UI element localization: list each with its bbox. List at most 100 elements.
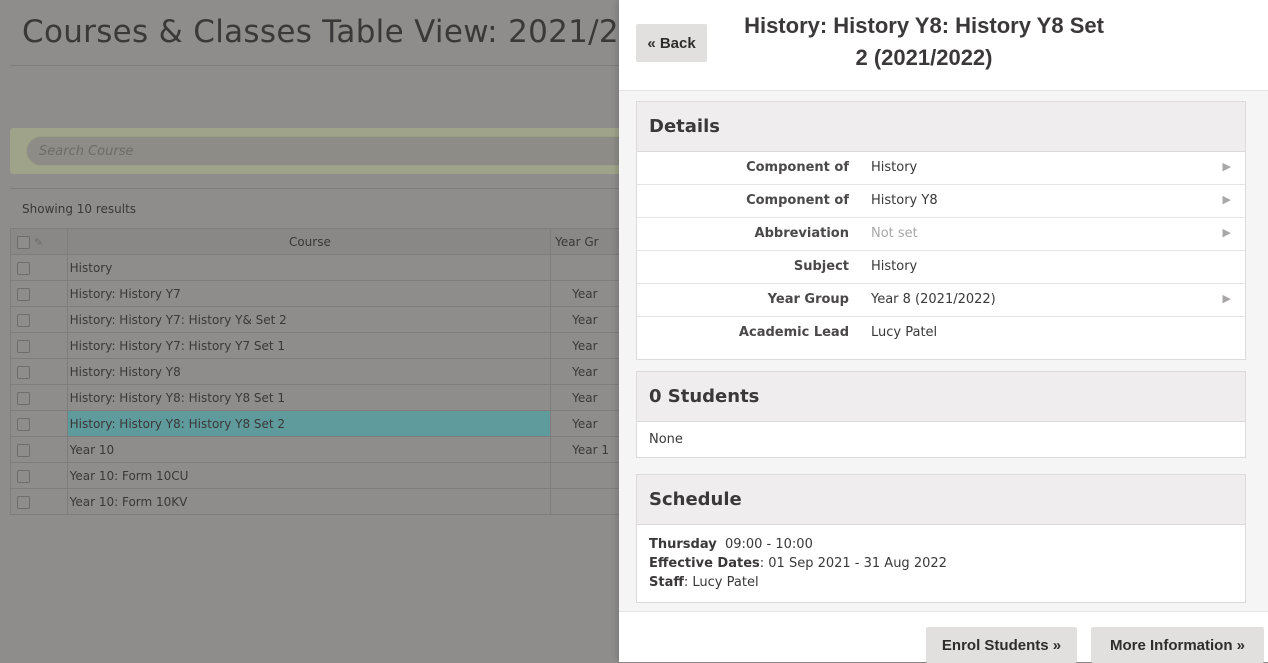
row-checkbox[interactable]: [17, 443, 30, 457]
year-cell: [550, 488, 630, 515]
row-checkbox[interactable]: [17, 287, 30, 301]
year-cell: [550, 462, 630, 489]
year-cell: Year: [550, 358, 630, 385]
select-all-checkbox[interactable]: [17, 235, 30, 249]
drawer-body: Details Component of History ▶ Component…: [619, 91, 1268, 611]
schedule-body: Thursday 09:00 - 10:00 Effective Dates: …: [637, 525, 1245, 602]
back-button[interactable]: « Back: [636, 24, 707, 62]
students-empty-text: None: [649, 432, 683, 447]
page-title: Courses & Classes Table View: 2021/2022: [22, 14, 680, 50]
caret-right-icon[interactable]: ▶: [1223, 193, 1231, 206]
year-cell: Year: [550, 280, 630, 307]
detail-label: Component of: [746, 193, 849, 208]
detail-label: Abbreviation: [754, 226, 849, 241]
course-cell[interactable]: History: History Y8: History Y8 Set 2: [66, 410, 552, 437]
schedule-time-line: Thursday 09:00 - 10:00: [649, 535, 1233, 554]
detail-value: Lucy Patel: [871, 325, 938, 340]
detail-label: Academic Lead: [738, 325, 849, 340]
effective-dates-label: Effective Dates: [649, 556, 760, 571]
schedule-heading: Schedule: [637, 475, 1245, 525]
row-checkbox[interactable]: [17, 469, 30, 483]
course-cell[interactable]: Year 10: Form 10CU: [66, 462, 552, 489]
details-heading: Details: [637, 102, 1245, 152]
detail-row-component-of[interactable]: Component of History ▶: [637, 152, 1245, 185]
table-row[interactable]: History: History Y7: History Y& Set 2 Ye…: [10, 306, 630, 333]
row-checkbox[interactable]: [17, 339, 30, 353]
caret-right-icon[interactable]: ▶: [1223, 160, 1231, 173]
title-divider: [10, 65, 630, 66]
year-cell: Year: [550, 306, 630, 333]
year-cell: Year: [550, 410, 630, 437]
year-cell: Year 1: [550, 436, 630, 463]
drawer-header: « Back History: History Y8: History Y8 S…: [619, 0, 1268, 91]
year-cell: Year: [550, 384, 630, 411]
schedule-time: 09:00 - 10:00: [724, 537, 813, 552]
row-checkbox[interactable]: [17, 391, 30, 405]
table-row[interactable]: History: [10, 254, 630, 281]
row-checkbox[interactable]: [17, 417, 30, 431]
enrol-students-button[interactable]: Enrol Students »: [926, 627, 1077, 663]
year-cell: [550, 254, 630, 281]
year-cell: Year: [550, 332, 630, 359]
table-header-row: ✎ Course Year Gr: [10, 228, 630, 255]
course-column-header[interactable]: Course: [66, 228, 552, 255]
detail-value: History: [871, 259, 918, 274]
search-input[interactable]: [26, 136, 666, 166]
course-cell[interactable]: History: History Y7: History Y7 Set 1: [66, 332, 552, 359]
more-information-button[interactable]: More Information »: [1091, 627, 1264, 663]
course-cell[interactable]: Year 10: Form 10KV: [66, 488, 552, 515]
detail-row-subject: Subject History: [637, 251, 1245, 284]
pencil-icon[interactable]: ✎: [34, 236, 43, 249]
schedule-section: Schedule Thursday 09:00 - 10:00 Effectiv…: [636, 474, 1246, 603]
row-checkbox[interactable]: [17, 313, 30, 327]
detail-row-component-of[interactable]: Component of History Y8 ▶: [637, 185, 1245, 218]
caret-right-icon[interactable]: ▶: [1223, 226, 1231, 239]
course-cell[interactable]: Year 10: [66, 436, 552, 463]
staff-value: : Lucy Patel: [683, 575, 759, 590]
course-cell[interactable]: History: History Y8: History Y8 Set 1: [66, 384, 552, 411]
detail-value: History Y8: [871, 193, 938, 208]
detail-row-year-group[interactable]: Year Group Year 8 (2021/2022) ▶: [637, 284, 1245, 317]
effective-dates-line: Effective Dates: 01 Sep 2021 - 31 Aug 20…: [649, 554, 1233, 573]
table-row[interactable]: History: History Y8 Year: [10, 358, 630, 385]
year-group-column-header[interactable]: Year Gr: [550, 228, 630, 255]
students-section: 0 Students None: [636, 371, 1246, 458]
select-all-cell: ✎: [10, 228, 68, 255]
detail-row-abbreviation[interactable]: Abbreviation Not set ▶: [637, 218, 1245, 251]
row-checkbox[interactable]: [17, 261, 30, 275]
students-heading: 0 Students: [637, 372, 1245, 422]
row-checkbox[interactable]: [17, 365, 30, 379]
detail-value: Not set: [871, 226, 918, 241]
table-row[interactable]: Year 10 Year 1: [10, 436, 630, 463]
results-panel: Showing 10 results ✎ Course Year Gr Hist…: [10, 188, 630, 529]
staff-label: Staff: [649, 575, 684, 590]
course-cell[interactable]: History: [66, 254, 552, 281]
detail-label: Component of: [746, 160, 849, 175]
table-row[interactable]: History: History Y7 Year: [10, 280, 630, 307]
detail-row-academic-lead: Academic Lead Lucy Patel: [637, 317, 1245, 359]
row-checkbox[interactable]: [17, 495, 30, 509]
detail-label: Subject: [793, 259, 849, 274]
schedule-day: Thursday: [649, 537, 717, 552]
effective-dates-value: : 01 Sep 2021 - 31 Aug 2022: [759, 556, 947, 571]
detail-value: Year 8 (2021/2022): [871, 292, 996, 307]
caret-right-icon[interactable]: ▶: [1223, 292, 1231, 305]
search-bar: [10, 128, 666, 174]
course-cell[interactable]: History: History Y7: [66, 280, 552, 307]
staff-line: Staff: Lucy Patel: [649, 573, 1233, 592]
drawer-title: History: History Y8: History Y8 Set 2 (2…: [744, 13, 1104, 70]
courses-table: ✎ Course Year Gr History History: Histor…: [10, 228, 630, 515]
table-row-selected[interactable]: History: History Y8: History Y8 Set 2 Ye…: [10, 410, 630, 437]
details-section: Details Component of History ▶ Component…: [636, 101, 1246, 360]
drawer-footer: Enrol Students » More Information »: [619, 611, 1268, 663]
detail-label: Year Group: [767, 292, 849, 307]
table-row[interactable]: History: History Y7: History Y7 Set 1 Ye…: [10, 332, 630, 359]
course-cell[interactable]: History: History Y7: History Y& Set 2: [66, 306, 552, 333]
table-row[interactable]: History: History Y8: History Y8 Set 1 Ye…: [10, 384, 630, 411]
results-count: Showing 10 results: [22, 202, 137, 216]
detail-value: History: [871, 160, 918, 175]
table-row[interactable]: Year 10: Form 10CU: [10, 462, 630, 489]
course-detail-drawer: « Back History: History Y8: History Y8 S…: [619, 0, 1268, 663]
table-row[interactable]: Year 10: Form 10KV: [10, 488, 630, 515]
course-cell[interactable]: History: History Y8: [66, 358, 552, 385]
